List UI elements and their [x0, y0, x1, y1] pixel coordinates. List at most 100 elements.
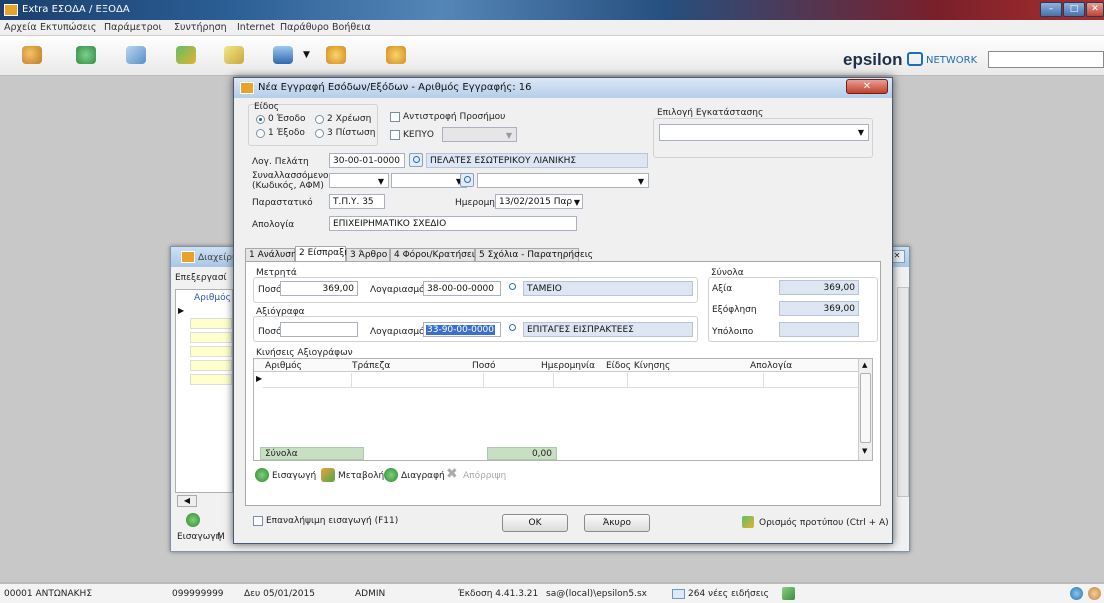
party-search-icon[interactable] — [460, 173, 474, 187]
cash-account-search-icon[interactable] — [506, 281, 520, 295]
network-icon[interactable] — [76, 46, 96, 64]
scroll-thumb[interactable] — [860, 373, 871, 443]
entry-icon[interactable] — [176, 46, 196, 64]
menu-help[interactable]: Βοήθεια — [332, 22, 371, 33]
dialog-close-button[interactable]: ✕ — [846, 79, 888, 94]
totals-rest-field — [779, 322, 859, 337]
background-scrollbar[interactable] — [897, 287, 909, 497]
col-number[interactable]: Αριθμός — [265, 361, 302, 371]
col-reason[interactable]: Απολογία — [750, 361, 792, 371]
globe-icon[interactable] — [1070, 587, 1083, 600]
scroll-up-icon[interactable]: ▲ — [862, 361, 867, 369]
table-row[interactable] — [263, 373, 858, 388]
background-grid[interactable]: Αριθμός Εγ ▶ — [175, 289, 245, 493]
brand-logo: epsilon — [843, 50, 903, 69]
background-insert-icon[interactable] — [186, 513, 200, 527]
background-window-icon — [181, 251, 195, 263]
radio-credit-label[interactable]: 3 Πίστωση — [327, 128, 375, 138]
dropdown-arrow-icon[interactable]: ▼ — [303, 50, 310, 60]
menu-prints[interactable]: Εκτυπώσεις — [40, 22, 96, 33]
col-move-type[interactable]: Είδος Κίνησης — [606, 361, 670, 371]
moves-group-label: Κινήσεις Αξιογράφων — [256, 348, 353, 358]
repeat-entry-label[interactable]: Επαναλήψιμη εισαγωγή (F11) — [266, 516, 398, 526]
close-button[interactable]: ✕ — [1086, 2, 1104, 17]
moves-grid[interactable]: Αριθμός Τράπεζα Ποσό Ημερομηνία Είδος Κί… — [253, 358, 873, 461]
status-news[interactable]: 264 νέες ειδήσεις — [688, 589, 769, 599]
settings-icon[interactable] — [326, 46, 346, 64]
delete-button[interactable]: Διαγραφή — [401, 471, 445, 481]
template-button[interactable]: Ορισμός προτύπου (Ctrl + A) — [759, 518, 889, 528]
change-icon[interactable] — [321, 468, 335, 482]
delete-icon[interactable] — [384, 468, 398, 482]
minimize-button[interactable]: – — [1040, 2, 1062, 17]
reason-input[interactable]: ΕΠΙΧΕΙΡΗΜΑΤΙΚΟ ΣΧΕΔΙΟ — [329, 216, 577, 231]
repeat-entry-checkbox[interactable] — [253, 516, 263, 526]
radio-debit-label[interactable]: 2 Χρέωση — [327, 114, 371, 124]
table-row[interactable] — [190, 360, 232, 371]
table-row[interactable] — [190, 332, 232, 343]
checks-account-input[interactable]: 33-90-00-0000 — [423, 322, 501, 337]
documents-icon[interactable] — [126, 46, 146, 64]
reverse-sign-label[interactable]: Αντιστροφή Προσήμου — [403, 112, 505, 122]
cash-account-input[interactable]: 38-00-00-0000 — [423, 281, 501, 296]
tab-taxes[interactable]: 4 Φόροι/Κρατήσεις — [390, 248, 480, 261]
cash-amount-input[interactable]: 369,00 — [280, 281, 358, 296]
kepyo-label[interactable]: ΚΕΠΥΟ — [403, 130, 434, 140]
radio-debit[interactable] — [315, 115, 324, 124]
checks-account-search-icon[interactable] — [506, 322, 520, 336]
tray-icon[interactable] — [1088, 587, 1101, 600]
scroll-down-icon[interactable]: ▼ — [862, 447, 867, 455]
party-name-select[interactable] — [477, 173, 649, 188]
mail-icon[interactable] — [672, 589, 685, 599]
menu-parameters[interactable]: Παράμετροι — [104, 22, 162, 33]
checks-amount-label: Ποσό — [258, 327, 282, 337]
table-row[interactable] — [190, 318, 232, 329]
col-bank[interactable]: Τράπεζα — [352, 361, 390, 371]
customers-icon[interactable] — [22, 46, 42, 64]
tab-analysis[interactable]: 1 Ανάλυση — [245, 248, 297, 261]
table-row[interactable] — [190, 346, 232, 357]
background-insert-label[interactable]: Εισαγωγή — [177, 532, 221, 542]
document-input[interactable]: Τ.Π.Υ. 35 — [329, 194, 385, 209]
tab-collection[interactable]: 2 Είσπραξη — [295, 246, 350, 261]
table-row[interactable] — [190, 374, 232, 385]
background-menu[interactable]: Επεξεργασί — [175, 273, 227, 283]
col-amount[interactable]: Ποσό — [472, 361, 495, 371]
add-icon[interactable] — [255, 468, 269, 482]
scroll-left-icon[interactable]: ◀ — [177, 495, 197, 507]
tab-comments[interactable]: 5 Σχόλια - Παρατηρήσεις — [475, 248, 593, 261]
tools-icon[interactable] — [386, 46, 406, 64]
radio-income[interactable] — [256, 115, 265, 124]
customer-code-input[interactable]: 30-00-01-0000 — [329, 153, 405, 168]
radio-expense-label[interactable]: 1 Έξοδο — [268, 128, 305, 138]
radio-credit[interactable] — [315, 129, 324, 138]
change-button[interactable]: Μεταβολή — [338, 471, 384, 481]
reverse-sign-checkbox[interactable] — [390, 112, 400, 122]
menu-files[interactable]: Αρχεία — [4, 22, 37, 33]
calculator-icon[interactable] — [273, 46, 293, 64]
maximize-button[interactable]: □ — [1063, 2, 1085, 17]
tab-article[interactable]: 3 Άρθρο — [346, 248, 390, 261]
party-label-line1: Συναλλασσόμενος — [252, 171, 334, 181]
document-label: Παραστατικό — [252, 198, 313, 208]
refresh-icon[interactable] — [782, 587, 795, 600]
radio-income-label[interactable]: 0 Έσοδο — [268, 114, 306, 124]
toolbar-search-input[interactable] — [988, 51, 1104, 68]
insert-button[interactable]: Εισαγωγή — [272, 471, 316, 481]
checks-amount-input[interactable] — [280, 322, 358, 337]
cancel-button[interactable]: Άκυρο — [584, 514, 650, 532]
eraser-icon[interactable] — [224, 46, 244, 64]
moves-scrollbar[interactable]: ▲ ▼ — [858, 359, 872, 460]
kepyo-checkbox[interactable] — [390, 130, 400, 140]
date-input[interactable]: 13/02/2015 Παρ — [495, 194, 583, 209]
menu-window[interactable]: Παράθυρο — [280, 22, 329, 33]
template-icon[interactable] — [742, 516, 754, 528]
radio-expense[interactable] — [256, 129, 265, 138]
ok-button[interactable]: OK — [502, 514, 568, 532]
col-date[interactable]: Ημερομηνία — [541, 361, 595, 371]
date-chevron-down-icon[interactable]: ▼ — [572, 198, 582, 207]
install-select[interactable] — [659, 124, 869, 141]
menu-internet[interactable]: Internet — [237, 22, 275, 33]
menu-maintenance[interactable]: Συντήρηση — [174, 22, 227, 33]
customer-search-icon[interactable] — [409, 153, 423, 167]
